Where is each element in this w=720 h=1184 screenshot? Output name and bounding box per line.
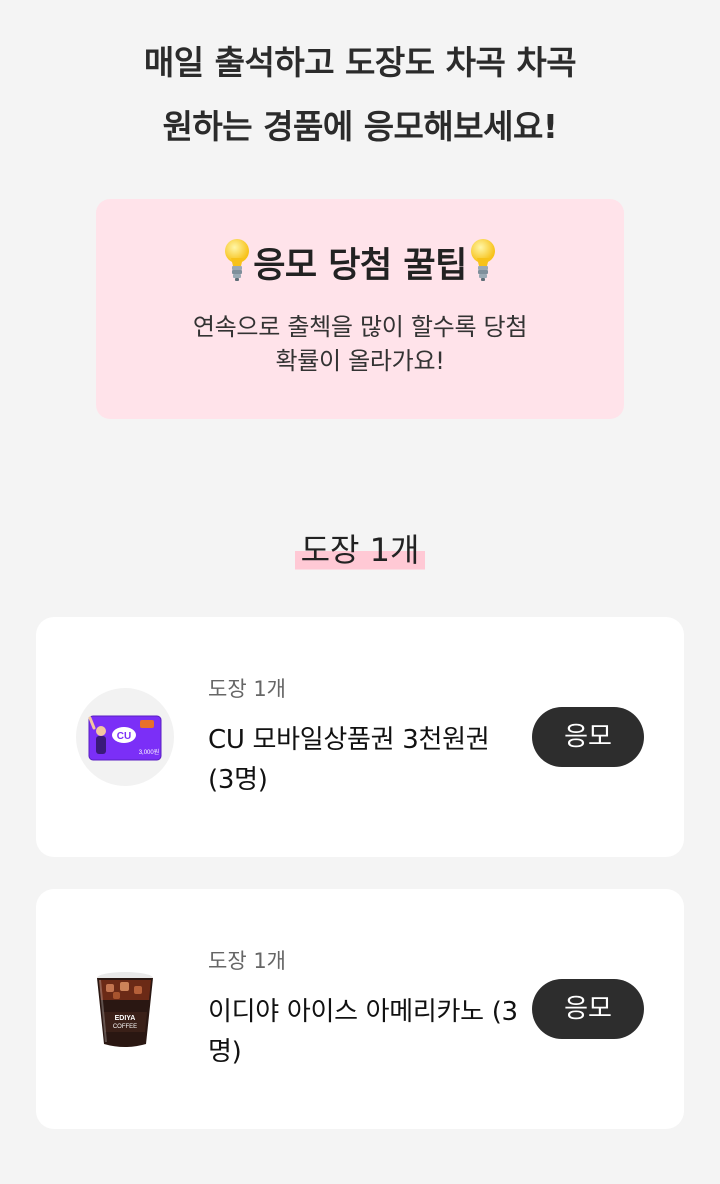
stamp-count-label: 도장 1개 [294, 528, 426, 572]
headline-line-1: 매일 출석하고 도장도 차곡 차곡 [143, 43, 577, 82]
tip-title-text: 응모 당첨 꿀팁 [253, 246, 467, 286]
cu-card-value: 3,000원 [139, 748, 160, 756]
cu-logo-text: CU [117, 731, 131, 742]
headline-line-2: 원하는 경품에 응모해보세요! [162, 107, 558, 146]
prize-name: CU 모바일상품권 3천원권 (3명) [208, 725, 490, 795]
stamp-count-heading: 도장 1개 [0, 528, 720, 572]
tip-title: 응모 당첨 꿀팁 [96, 237, 624, 288]
lightbulb-icon [225, 239, 250, 281]
cup-text-1: EDIYA [115, 1015, 136, 1022]
tip-description-line-2: 확률이 올라가요! [275, 347, 445, 375]
apply-button[interactable]: 응모 [532, 707, 644, 767]
prize-stamp-cost: 도장 1개 [208, 677, 286, 701]
cup-text-2: COFFEE [113, 1024, 137, 1030]
prize-card: CU 3,000원 도장 1개 CU 모바일상품권 3천원권 (3명) 응모 [36, 617, 684, 857]
iced-americano-image: EDIYA COFFEE [76, 960, 174, 1058]
tip-description-line-1: 연속으로 출첵을 많이 할수록 당첨 [192, 313, 528, 341]
lightbulb-icon [470, 239, 495, 281]
prize-stamp-cost: 도장 1개 [208, 949, 286, 973]
tip-box: 응모 당첨 꿀팁 연속으로 출첵을 많이 할수록 당첨 확률이 올라가요! [96, 199, 624, 419]
cu-gift-card-image: CU 3,000원 [76, 688, 174, 786]
prize-name: 이디야 아이스 아메리카노 (3명) [208, 997, 518, 1067]
prize-card: EDIYA COFFEE 도장 1개 이디야 아이스 아메리카노 (3명) 응모 [36, 889, 684, 1129]
apply-button[interactable]: 응모 [532, 979, 644, 1039]
